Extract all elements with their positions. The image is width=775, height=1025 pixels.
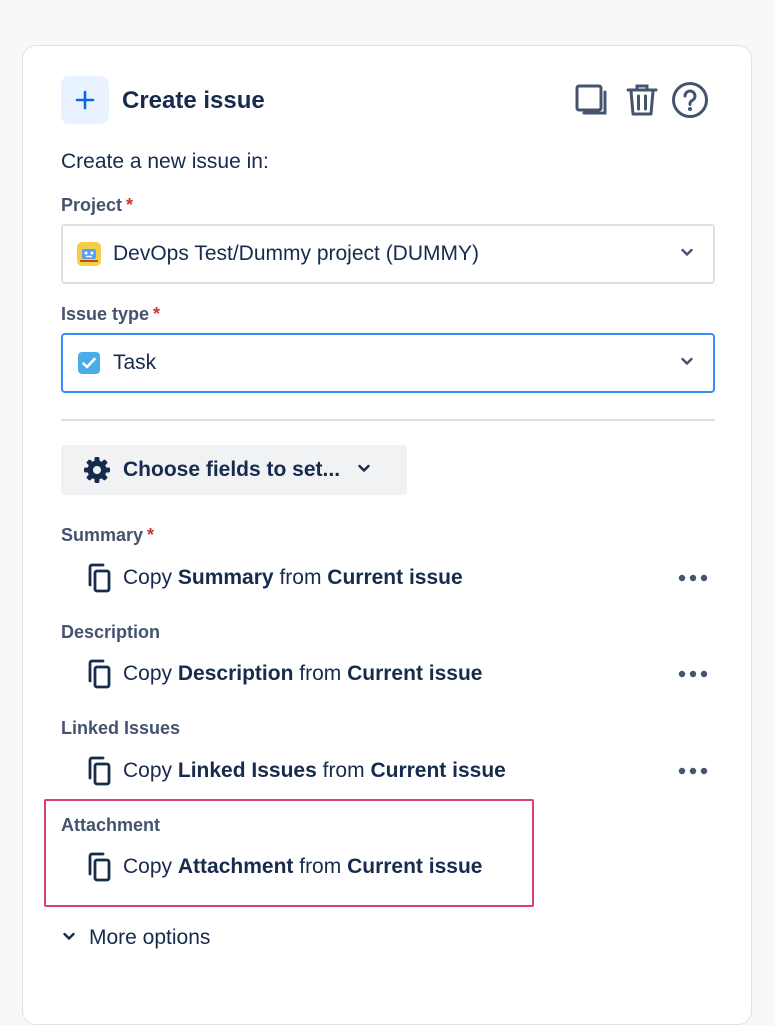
issue-type-select[interactable]: Task [61, 333, 715, 393]
field-name: Linked Issues [177, 759, 317, 782]
page-title: Create issue [122, 87, 265, 114]
more-actions-button[interactable] [671, 660, 715, 688]
chevron-down-icon [679, 244, 695, 265]
linked-issues-copy-row: Copy Linked Issues from Current issue [85, 751, 715, 791]
summary-label-text: Summary [61, 525, 144, 545]
copy-word: Copy [123, 855, 173, 878]
chevron-down-icon [356, 460, 372, 481]
description-label-text: Description [61, 622, 161, 642]
copy-word: Copy [123, 759, 173, 782]
project-label-text: Project [61, 195, 123, 215]
copy-icon [85, 563, 113, 593]
duplicate-icon[interactable] [573, 81, 611, 119]
plus-icon [61, 76, 109, 124]
required-indicator: * [153, 304, 161, 324]
copy-icon [85, 756, 113, 786]
from-word: from [322, 759, 365, 782]
issue-type-select-value: Task [113, 351, 157, 374]
project-avatar-icon [77, 242, 101, 266]
more-actions-button[interactable] [671, 564, 715, 592]
task-checkbox-icon [77, 351, 101, 375]
attachment-label: Attachment [61, 815, 160, 836]
card-header: Create issue [61, 76, 713, 124]
trash-icon[interactable] [623, 81, 661, 119]
copy-word: Copy [123, 662, 173, 685]
summary-copy-row: Copy Summary from Current issue [85, 558, 715, 598]
description-copy-text: Copy Description from Current issue [123, 662, 482, 686]
gear-icon [83, 456, 111, 484]
attachment-copy-row: Copy Attachment from Current issue [85, 847, 715, 887]
source-name: Current issue [370, 759, 506, 782]
issue-type-label-text: Issue type [61, 304, 150, 324]
linked-issues-copy-text: Copy Linked Issues from Current issue [123, 759, 506, 783]
field-name: Attachment [177, 855, 294, 878]
required-indicator: * [126, 195, 134, 215]
description-copy-row: Copy Description from Current issue [85, 654, 715, 694]
choose-fields-button[interactable]: Choose fields to set... [61, 445, 407, 495]
summary-label: Summary * [61, 525, 154, 546]
copy-icon [85, 852, 113, 882]
source-name: Current issue [347, 662, 483, 685]
linked-issues-label-text: Linked Issues [61, 718, 181, 738]
project-select[interactable]: DevOps Test/Dummy project (DUMMY) [61, 224, 715, 284]
choose-fields-label: Choose fields to set... [123, 458, 341, 481]
project-select-value: DevOps Test/Dummy project (DUMMY) [113, 242, 480, 265]
create-issue-card: Create issue Create a new issue in: Proj… [22, 45, 752, 1025]
from-word: from [299, 662, 342, 685]
intro-text: Create a new issue in: [61, 150, 269, 173]
from-word: from [279, 566, 322, 589]
chevron-down-icon [679, 353, 695, 374]
project-label: Project * [61, 195, 133, 216]
attachment-label-text: Attachment [61, 815, 161, 835]
issue-type-label: Issue type * [61, 304, 160, 325]
source-name: Current issue [327, 566, 463, 589]
more-options-label: More options [89, 926, 211, 949]
more-actions-button[interactable] [671, 757, 715, 785]
copy-word: Copy [123, 566, 173, 589]
copy-icon [85, 659, 113, 689]
summary-copy-text: Copy Summary from Current issue [123, 566, 463, 590]
chevron-down-icon [61, 928, 77, 949]
description-label: Description [61, 622, 160, 643]
help-icon[interactable] [671, 81, 709, 119]
from-word: from [299, 855, 342, 878]
field-name: Summary [177, 566, 274, 589]
more-options-toggle[interactable]: More options [61, 926, 210, 950]
required-indicator: * [147, 525, 155, 545]
field-name: Description [177, 662, 294, 685]
attachment-copy-text: Copy Attachment from Current issue [123, 855, 482, 879]
divider [61, 419, 715, 421]
linked-issues-label: Linked Issues [61, 718, 180, 739]
source-name: Current issue [347, 855, 483, 878]
